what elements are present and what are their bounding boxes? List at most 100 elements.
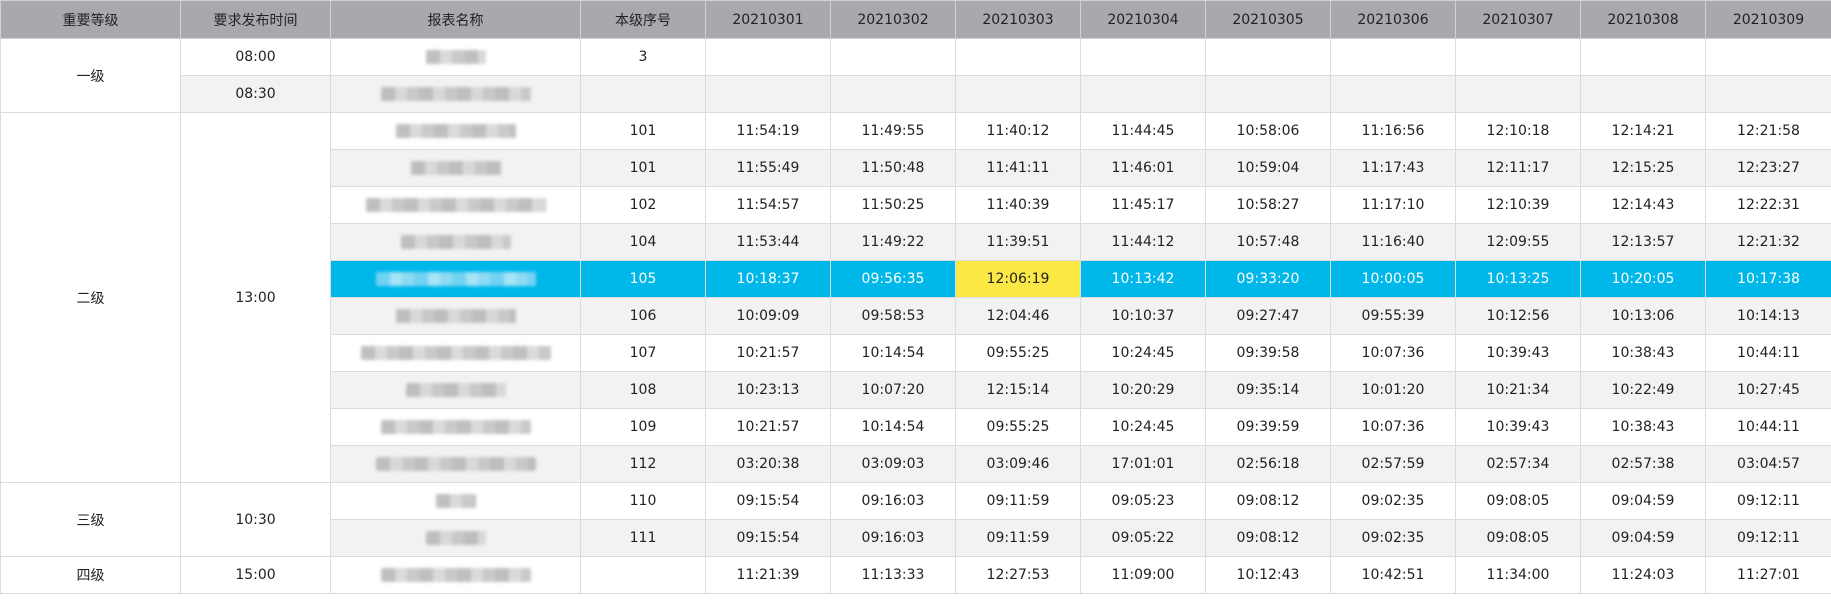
column-header-3[interactable]: 本级序号 [580, 0, 706, 39]
report-name-cell[interactable] [330, 556, 581, 594]
report-name-cell[interactable] [330, 445, 581, 483]
redacted-name [360, 346, 551, 360]
time-value-cell: 11:50:25 [830, 186, 956, 224]
table-row[interactable]: 一级 08:00 3 [0, 38, 1831, 113]
time-value-cell: 12:10:18 [1455, 112, 1581, 150]
time-value-cell: 11:21:39 [705, 556, 831, 594]
column-header-1[interactable]: 要求发布时间 [180, 0, 331, 39]
time-value-cell: 09:55:39 [1330, 297, 1456, 335]
column-header-4[interactable]: 20210301 [705, 0, 831, 39]
column-header-7[interactable]: 20210304 [1080, 0, 1206, 39]
time-value-cell: 10:21:34 [1455, 371, 1581, 409]
time-value-cell: 10:00:05 [1330, 260, 1456, 298]
report-name-cell[interactable] [330, 38, 581, 76]
sequence-cell: 107 [580, 334, 706, 372]
time-value-cell: 10:20:29 [1080, 371, 1206, 409]
column-header-6[interactable]: 20210303 [955, 0, 1081, 39]
report-name-cell[interactable] [330, 482, 581, 520]
time-value-cell: 09:08:05 [1455, 482, 1581, 520]
time-value-cell [1330, 75, 1456, 113]
publish-time-cell: 08:30 [180, 75, 331, 113]
column-header-2[interactable]: 报表名称 [330, 0, 581, 39]
time-value-cell: 10:58:27 [1205, 186, 1331, 224]
sequence-cell: 111 [580, 519, 706, 557]
column-header-9[interactable]: 20210306 [1330, 0, 1456, 39]
time-value-cell: 09:15:54 [705, 482, 831, 520]
report-name-cell[interactable] [330, 371, 581, 409]
table-body: 一级 08:00 3 08:30 二级 13:00 101 11:54:19 11:49:55 1… [0, 38, 1831, 594]
time-value-cell: 12:06:19 [955, 260, 1081, 298]
time-value-cell: 10:44:11 [1705, 334, 1831, 372]
report-name-cell[interactable] [330, 408, 581, 446]
time-value-cell: 12:27:53 [955, 556, 1081, 594]
time-value-cell: 09:05:22 [1080, 519, 1206, 557]
time-value-cell: 11:16:40 [1330, 223, 1456, 261]
time-value-cell: 11:46:01 [1080, 149, 1206, 187]
time-value-cell: 09:08:12 [1205, 519, 1331, 557]
time-value-cell: 11:40:12 [955, 112, 1081, 150]
redacted-name [435, 494, 476, 508]
time-value-cell: 12:14:21 [1580, 112, 1706, 150]
time-value-cell: 10:07:36 [1330, 334, 1456, 372]
time-value-cell: 12:13:57 [1580, 223, 1706, 261]
redacted-name [425, 50, 486, 64]
time-value-cell: 10:20:05 [1580, 260, 1706, 298]
report-name-cell[interactable] [330, 186, 581, 224]
table-row[interactable]: 08:30 [1, 75, 1831, 113]
report-name-cell[interactable] [330, 519, 581, 557]
time-value-cell: 02:56:18 [1205, 445, 1331, 483]
time-value-cell: 09:02:35 [1330, 482, 1456, 520]
time-value-cell [830, 38, 956, 76]
time-value-cell: 03:09:03 [830, 445, 956, 483]
report-name-cell[interactable] [330, 260, 581, 298]
time-value-cell: 10:12:43 [1205, 556, 1331, 594]
column-header-11[interactable]: 20210308 [1580, 0, 1706, 39]
level-cell: 三级 [0, 482, 181, 557]
report-name-cell[interactable] [330, 149, 581, 187]
time-value-cell: 10:57:48 [1205, 223, 1331, 261]
time-value-cell: 09:16:03 [830, 482, 956, 520]
sequence-cell: 102 [580, 186, 706, 224]
report-name-cell[interactable] [330, 75, 581, 113]
redacted-name [410, 161, 501, 175]
redacted-name [395, 124, 516, 138]
report-name-cell[interactable] [330, 334, 581, 372]
time-value-cell [1580, 38, 1706, 76]
time-value-cell: 11:45:17 [1080, 186, 1206, 224]
time-value-cell: 09:56:35 [830, 260, 956, 298]
redacted-name [425, 531, 486, 545]
table-row[interactable]: 三级 10:30 110 09:15:54 09:16:03 09:11:59 09:05:… [0, 482, 1831, 557]
column-header-0[interactable]: 重要等级 [0, 0, 181, 39]
sequence-cell [580, 556, 706, 594]
time-value-cell: 12:15:14 [955, 371, 1081, 409]
time-value-cell: 10:01:20 [1330, 371, 1456, 409]
time-value-cell: 09:33:20 [1205, 260, 1331, 298]
time-value-cell: 10:59:04 [1205, 149, 1331, 187]
table-row[interactable]: 四级 15:00 11:21:39 11:13:33 12:27:53 11:09:00 1… [0, 556, 1831, 594]
table-row[interactable]: 二级 13:00 101 11:54:19 11:49:55 11:40:12 11:44:… [0, 112, 1831, 483]
column-header-12[interactable]: 20210309 [1705, 0, 1831, 39]
report-name-cell[interactable] [330, 112, 581, 150]
time-value-cell: 11:49:55 [830, 112, 956, 150]
column-header-5[interactable]: 20210302 [830, 0, 956, 39]
time-value-cell: 11:53:44 [705, 223, 831, 261]
column-header-10[interactable]: 20210307 [1455, 0, 1581, 39]
sequence-cell: 108 [580, 371, 706, 409]
report-name-cell[interactable] [330, 297, 581, 335]
time-value-cell: 12:23:27 [1705, 149, 1831, 187]
time-value-cell: 03:20:38 [705, 445, 831, 483]
time-value-cell: 09:16:03 [830, 519, 956, 557]
time-value-cell: 09:15:54 [705, 519, 831, 557]
time-value-cell: 09:55:25 [955, 334, 1081, 372]
time-value-cell: 10:42:51 [1330, 556, 1456, 594]
time-value-cell: 09:12:11 [1705, 519, 1831, 557]
time-value-cell: 09:08:05 [1455, 519, 1581, 557]
publish-time-cell: 08:00 [180, 38, 331, 76]
report-name-cell[interactable] [330, 223, 581, 261]
column-header-8[interactable]: 20210305 [1205, 0, 1331, 39]
sequence-cell: 112 [580, 445, 706, 483]
time-value-cell: 09:11:59 [955, 482, 1081, 520]
level-cell: 一级 [0, 38, 181, 113]
sequence-cell: 101 [580, 149, 706, 187]
sequence-cell: 105 [580, 260, 706, 298]
